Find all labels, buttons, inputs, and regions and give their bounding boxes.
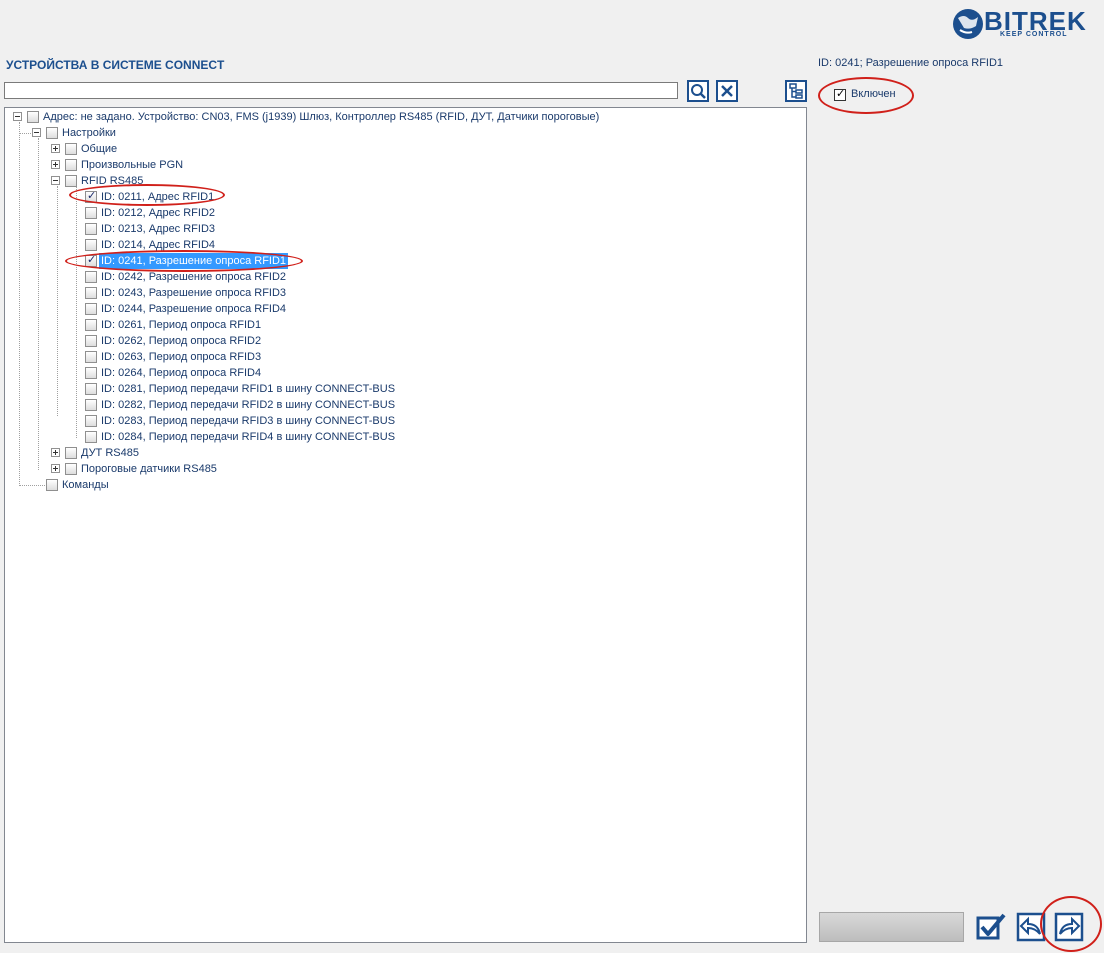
expand-toggle[interactable] bbox=[51, 160, 60, 169]
search-icon bbox=[691, 84, 706, 99]
tree-checkbox[interactable] bbox=[85, 431, 97, 443]
tree-node-label[interactable]: ID: 0211, Адрес RFID1 bbox=[99, 189, 216, 205]
tree-checkbox[interactable] bbox=[85, 383, 97, 395]
tree-checkbox[interactable] bbox=[85, 239, 97, 251]
page-title: УСТРОЙСТВА В СИСТЕМЕ CONNECT bbox=[6, 58, 225, 72]
tree-checkbox[interactable] bbox=[46, 479, 58, 491]
tree-checkbox[interactable] bbox=[85, 271, 97, 283]
expand-toggle[interactable] bbox=[51, 464, 60, 473]
tree-node-label[interactable]: ID: 0281, Период передачи RFID1 в шину C… bbox=[99, 381, 397, 397]
apply-button[interactable] bbox=[976, 912, 1006, 942]
tree-checkbox[interactable] bbox=[65, 463, 77, 475]
tree-node-label[interactable]: Пороговые датчики RS485 bbox=[79, 461, 219, 477]
tree-node-label[interactable]: ID: 0264, Период опроса RFID4 bbox=[99, 365, 263, 381]
forward-button[interactable] bbox=[1054, 912, 1084, 942]
tree-line bbox=[38, 138, 39, 470]
tree-checkbox[interactable] bbox=[85, 207, 97, 219]
tree-checkbox[interactable] bbox=[65, 159, 77, 171]
enabled-label[interactable]: Включен bbox=[851, 88, 896, 100]
tree-checkbox[interactable] bbox=[85, 351, 97, 363]
tree-node-label[interactable]: ID: 0212, Адрес RFID2 bbox=[99, 205, 217, 221]
tree-checkbox[interactable] bbox=[85, 287, 97, 299]
search-button[interactable] bbox=[687, 80, 709, 102]
tree-checkbox[interactable] bbox=[85, 189, 97, 203]
expand-toggle[interactable] bbox=[51, 144, 60, 153]
search-input[interactable] bbox=[4, 82, 678, 99]
tree-node-label[interactable]: Общие bbox=[79, 141, 119, 157]
tree-checkbox[interactable] bbox=[65, 143, 77, 155]
tree-checkbox[interactable] bbox=[65, 175, 77, 187]
tree-view-button[interactable] bbox=[785, 80, 807, 102]
tree-line bbox=[19, 485, 47, 486]
tree-node-label[interactable]: Команды bbox=[60, 477, 111, 493]
progress-bar bbox=[819, 912, 964, 942]
tree-node-label[interactable]: ДУТ RS485 bbox=[79, 445, 141, 461]
tree-view-icon bbox=[789, 83, 803, 99]
expand-toggle[interactable] bbox=[51, 448, 60, 457]
tree-checkbox[interactable] bbox=[65, 447, 77, 459]
tree-checkbox[interactable] bbox=[85, 253, 97, 267]
tree-node-label[interactable]: ID: 0282, Период передачи RFID2 в шину C… bbox=[99, 397, 397, 413]
tree-line bbox=[57, 186, 58, 416]
tree-node-label[interactable]: ID: 0244, Разрешение опроса RFID4 bbox=[99, 301, 288, 317]
tree-node-label[interactable]: ID: 0283, Период передачи RFID3 в шину C… bbox=[99, 413, 397, 429]
forward-icon bbox=[1054, 912, 1084, 942]
collapse-toggle[interactable] bbox=[13, 112, 22, 121]
tree-checkbox[interactable] bbox=[85, 319, 97, 331]
tree-node-label[interactable]: ID: 0243, Разрешение опроса RFID3 bbox=[99, 285, 288, 301]
tree-node-label[interactable]: ID: 0261, Период опроса RFID1 bbox=[99, 317, 263, 333]
tree-line bbox=[76, 186, 77, 438]
tree-node-label[interactable]: ID: 0284, Период передачи RFID4 в шину C… bbox=[99, 429, 397, 445]
tree-node-label[interactable]: ID: 0213, Адрес RFID3 bbox=[99, 221, 217, 237]
enabled-checkbox[interactable] bbox=[834, 87, 846, 101]
globe-icon bbox=[953, 9, 983, 39]
tree-node-label[interactable]: Настройки bbox=[60, 125, 118, 141]
collapse-toggle[interactable] bbox=[32, 128, 41, 137]
collapse-toggle[interactable] bbox=[51, 176, 60, 185]
tree-node-label[interactable]: Произвольные PGN bbox=[79, 157, 185, 173]
close-icon bbox=[721, 85, 733, 97]
tree-checkbox[interactable] bbox=[85, 399, 97, 411]
bitrek-logo: BITREK KEEP CONTROL bbox=[950, 4, 1090, 44]
tree-checkbox[interactable] bbox=[46, 127, 58, 139]
tree-node-label[interactable]: RFID RS485 bbox=[79, 173, 145, 189]
brand-tagline: KEEP CONTROL bbox=[1000, 31, 1068, 38]
back-button[interactable] bbox=[1016, 912, 1046, 942]
tree-node-label[interactable]: ID: 0263, Период опроса RFID3 bbox=[99, 349, 263, 365]
tree-line bbox=[19, 133, 33, 134]
tree-node-label[interactable]: ID: 0241, Разрешение опроса RFID1 bbox=[99, 253, 289, 269]
tree-node-label[interactable]: ID: 0262, Период опроса RFID2 bbox=[99, 333, 263, 349]
device-tree[interactable]: Адрес: не задано. Устройство: CN03, FMS … bbox=[4, 107, 807, 943]
tree-checkbox[interactable] bbox=[85, 303, 97, 315]
tree-node-label[interactable]: ID: 0242, Разрешение опроса RFID2 bbox=[99, 269, 288, 285]
tree-line bbox=[19, 122, 20, 486]
tree-node-label[interactable]: Адрес: не задано. Устройство: CN03, FMS … bbox=[41, 109, 601, 125]
tree-checkbox[interactable] bbox=[85, 223, 97, 235]
check-icon bbox=[976, 913, 1006, 940]
clear-button[interactable] bbox=[716, 80, 738, 102]
tree-checkbox[interactable] bbox=[27, 111, 39, 123]
reply-icon bbox=[1016, 912, 1046, 942]
tree-checkbox[interactable] bbox=[85, 335, 97, 347]
tree-checkbox[interactable] bbox=[85, 415, 97, 427]
detail-title: ID: 0241; Разрешение опроса RFID1 bbox=[818, 57, 1004, 69]
tree-node-label[interactable]: ID: 0214, Адрес RFID4 bbox=[99, 237, 217, 253]
tree-checkbox[interactable] bbox=[85, 367, 97, 379]
